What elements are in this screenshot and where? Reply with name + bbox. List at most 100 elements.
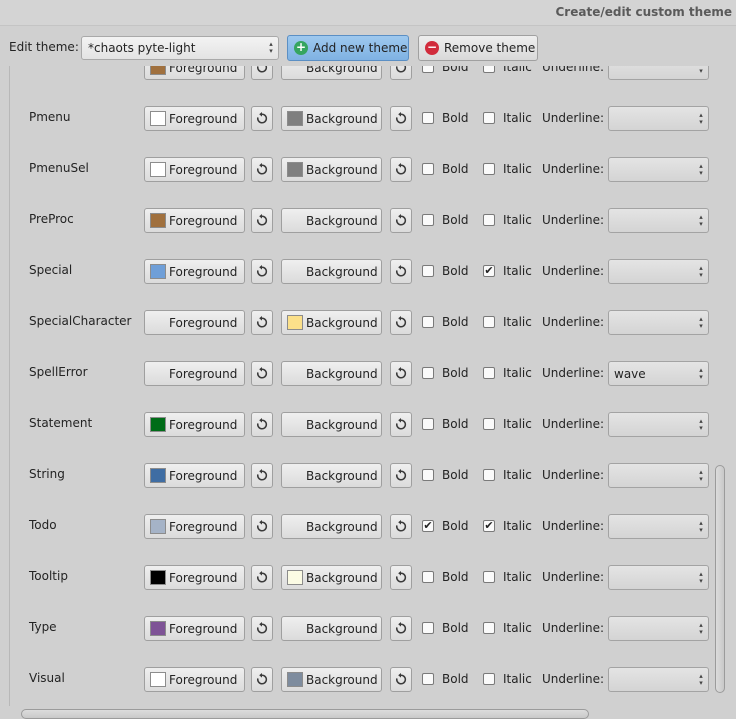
revert-foreground-button[interactable] bbox=[251, 208, 273, 233]
underline-select[interactable]: ▴▾ bbox=[608, 157, 709, 182]
underline-select[interactable]: ▴▾ bbox=[608, 106, 709, 131]
bold-checkbox[interactable] bbox=[422, 571, 434, 583]
bold-checkbox[interactable] bbox=[422, 66, 434, 73]
revert-background-button[interactable] bbox=[390, 310, 412, 335]
bold-checkbox[interactable] bbox=[422, 163, 434, 175]
revert-background-button[interactable] bbox=[390, 157, 412, 182]
foreground-button[interactable]: Foreground bbox=[144, 463, 245, 488]
horizontal-scrollbar[interactable] bbox=[9, 707, 726, 719]
background-button[interactable]: Background bbox=[281, 208, 382, 233]
bold-checkbox[interactable]: ✔ bbox=[422, 520, 434, 532]
revert-foreground-button[interactable] bbox=[251, 616, 273, 641]
italic-checkbox[interactable] bbox=[483, 367, 495, 379]
revert-foreground-button[interactable] bbox=[251, 565, 273, 590]
foreground-button[interactable]: Foreground bbox=[144, 208, 245, 233]
revert-background-button[interactable] bbox=[390, 616, 412, 641]
revert-background-button[interactable] bbox=[390, 106, 412, 131]
background-button[interactable]: Background bbox=[281, 157, 382, 182]
background-button[interactable]: Background bbox=[281, 616, 382, 641]
bold-checkbox[interactable] bbox=[422, 265, 434, 277]
bold-checkbox[interactable] bbox=[422, 622, 434, 634]
revert-foreground-button[interactable] bbox=[251, 66, 273, 80]
revert-background-button[interactable] bbox=[390, 412, 412, 437]
underline-select[interactable]: wave ▴ ▾ bbox=[608, 361, 709, 386]
underline-select[interactable]: ▴▾ bbox=[608, 310, 709, 335]
italic-checkbox[interactable]: ✔ bbox=[483, 520, 495, 532]
italic-checkbox[interactable]: ✔ bbox=[483, 265, 495, 277]
italic-checkbox[interactable] bbox=[483, 163, 495, 175]
underline-select[interactable]: ▴▾ bbox=[608, 514, 709, 539]
revert-foreground-button[interactable] bbox=[251, 157, 273, 182]
foreground-button[interactable]: Foreground bbox=[144, 412, 245, 437]
underline-select[interactable]: ▴▾ bbox=[608, 412, 709, 437]
bold-checkbox[interactable] bbox=[422, 469, 434, 481]
foreground-button[interactable]: Foreground bbox=[144, 667, 245, 692]
foreground-button[interactable]: Foreground bbox=[144, 106, 245, 131]
vertical-scrollbar[interactable] bbox=[714, 66, 726, 706]
underline-select[interactable]: ▴▾ bbox=[608, 259, 709, 284]
background-button[interactable]: Background bbox=[281, 667, 382, 692]
revert-background-button[interactable] bbox=[390, 361, 412, 386]
revert-foreground-button[interactable] bbox=[251, 106, 273, 131]
background-button[interactable]: Background bbox=[281, 463, 382, 488]
vertical-scrollbar-thumb[interactable] bbox=[715, 465, 725, 693]
background-button[interactable]: Background bbox=[281, 259, 382, 284]
italic-checkbox[interactable] bbox=[483, 418, 495, 430]
bold-checkbox[interactable] bbox=[422, 214, 434, 226]
background-button[interactable]: Background bbox=[281, 412, 382, 437]
italic-checkbox[interactable] bbox=[483, 112, 495, 124]
bold-checkbox[interactable] bbox=[422, 316, 434, 328]
revert-foreground-button[interactable] bbox=[251, 259, 273, 284]
bold-checkbox[interactable] bbox=[422, 418, 434, 430]
add-new-theme-button[interactable]: + Add new theme bbox=[287, 35, 409, 61]
underline-select[interactable]: ▴▾ bbox=[608, 208, 709, 233]
revert-foreground-button[interactable] bbox=[251, 667, 273, 692]
revert-foreground-button[interactable] bbox=[251, 310, 273, 335]
underline-select[interactable]: ▴▾ bbox=[608, 66, 709, 80]
background-button[interactable]: Background bbox=[281, 361, 382, 386]
revert-foreground-button[interactable] bbox=[251, 463, 273, 488]
theme-select[interactable]: *chaots pyte-light ▴ ▾ bbox=[81, 36, 279, 60]
italic-checkbox[interactable] bbox=[483, 469, 495, 481]
italic-checkbox[interactable] bbox=[483, 673, 495, 685]
revert-background-button[interactable] bbox=[390, 565, 412, 590]
revert-background-button[interactable] bbox=[390, 667, 412, 692]
revert-background-button[interactable] bbox=[390, 463, 412, 488]
foreground-button[interactable]: Foreground bbox=[144, 565, 245, 590]
italic-checkbox[interactable] bbox=[483, 571, 495, 583]
revert-background-button[interactable] bbox=[390, 259, 412, 284]
italic-checkbox[interactable] bbox=[483, 66, 495, 73]
background-swatch bbox=[287, 672, 303, 687]
foreground-button[interactable]: Foreground bbox=[144, 361, 245, 386]
foreground-button[interactable]: Foreground bbox=[144, 157, 245, 182]
revert-foreground-button[interactable] bbox=[251, 412, 273, 437]
underline-select[interactable]: ▴▾ bbox=[608, 616, 709, 641]
highlight-groups-list[interactable]: Foreground Background Bold Italic Underline:… bbox=[9, 66, 711, 706]
bold-checkbox[interactable] bbox=[422, 673, 434, 685]
revert-background-button[interactable] bbox=[390, 66, 412, 80]
bold-checkbox[interactable] bbox=[422, 112, 434, 124]
foreground-button[interactable]: Foreground bbox=[144, 259, 245, 284]
foreground-button[interactable]: Foreground bbox=[144, 514, 245, 539]
revert-foreground-button[interactable] bbox=[251, 361, 273, 386]
bold-checkbox[interactable] bbox=[422, 367, 434, 379]
background-button[interactable]: Background bbox=[281, 66, 382, 80]
background-button[interactable]: Background bbox=[281, 565, 382, 590]
revert-foreground-button[interactable] bbox=[251, 514, 273, 539]
background-button[interactable]: Background bbox=[281, 514, 382, 539]
background-button[interactable]: Background bbox=[281, 310, 382, 335]
revert-background-button[interactable] bbox=[390, 514, 412, 539]
background-button[interactable]: Background bbox=[281, 106, 382, 131]
underline-select[interactable]: ▴▾ bbox=[608, 667, 709, 692]
background-label: Background bbox=[306, 622, 378, 636]
revert-background-button[interactable] bbox=[390, 208, 412, 233]
remove-theme-button[interactable]: − Remove theme bbox=[418, 35, 538, 61]
italic-checkbox[interactable] bbox=[483, 316, 495, 328]
foreground-button[interactable]: Foreground bbox=[144, 616, 245, 641]
underline-select[interactable]: ▴▾ bbox=[608, 463, 709, 488]
foreground-button[interactable]: Foreground bbox=[144, 310, 245, 335]
underline-select[interactable]: ▴▾ bbox=[608, 565, 709, 590]
italic-checkbox[interactable] bbox=[483, 214, 495, 226]
italic-checkbox[interactable] bbox=[483, 622, 495, 634]
foreground-button[interactable]: Foreground bbox=[144, 66, 245, 80]
